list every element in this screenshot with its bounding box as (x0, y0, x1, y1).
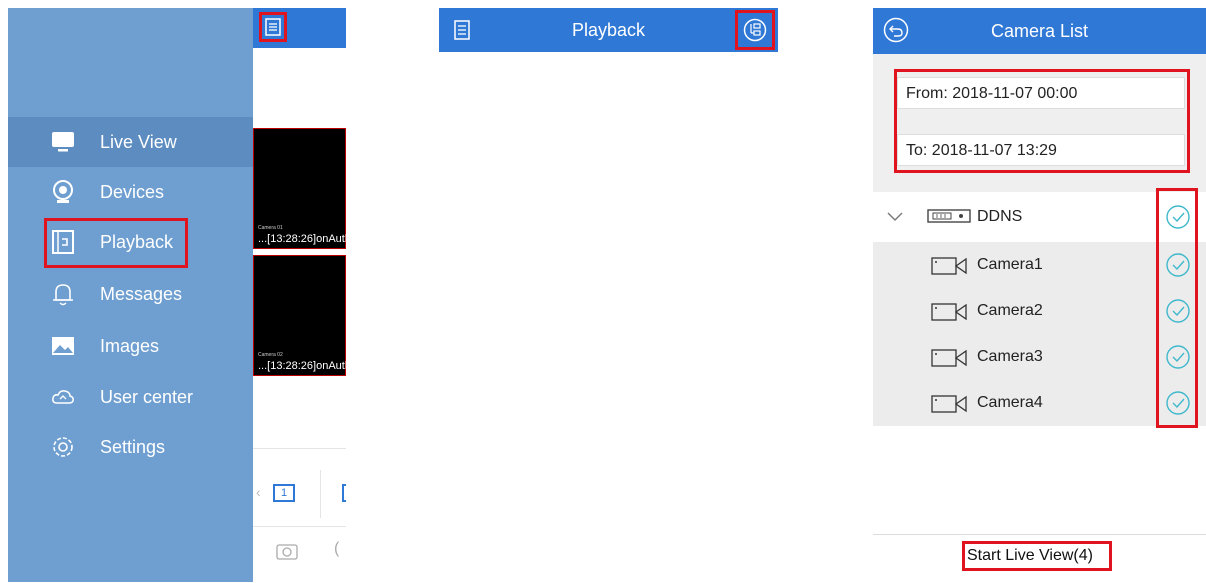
highlight-box (1156, 188, 1198, 428)
divider (320, 470, 321, 518)
date-range-section: From: 2018-11-07 00:00 To: 2018-11-07 13… (873, 54, 1206, 192)
camera-icon (931, 303, 967, 321)
menu-label: Devices (100, 182, 165, 202)
page-title: Camera List (990, 21, 1089, 41)
list-icon[interactable] (265, 18, 281, 36)
video-caption: ...[13:28:26]onAuth (258, 360, 346, 372)
video-tile[interactable]: Camera 02 ...[13:28:26]onAuth (253, 255, 346, 376)
video-label: Camera 01 (258, 225, 283, 231)
camera-icon (931, 349, 967, 367)
header-bar: Camera List (873, 8, 1206, 54)
webcam-icon (53, 180, 73, 203)
camera-list-screen: Camera List From: 2018-11-07 00:00 To: 2… (873, 8, 1206, 582)
divider (253, 526, 346, 527)
menu-item-devices[interactable]: Devices (8, 167, 253, 217)
camera-snapshot-icon[interactable] (276, 542, 298, 560)
page-indicator[interactable]: 1 (273, 484, 295, 502)
menu-label: User center (100, 387, 194, 407)
menu-item-live-view[interactable]: Live View (8, 117, 253, 167)
menu-label: Settings (100, 437, 166, 457)
bell-icon (53, 284, 73, 306)
chevron-down-icon[interactable] (887, 212, 903, 222)
monitor-icon (52, 132, 74, 152)
footer-bar: Start Live View(4) (873, 534, 1206, 583)
layout-icon[interactable] (342, 484, 346, 502)
header-bar: Playback (439, 8, 778, 52)
chevron-left-icon[interactable]: ‹ (256, 484, 261, 500)
start-live-view-button[interactable]: Start Live View(4) (967, 547, 1093, 565)
camera-name: Camera3 (977, 348, 1043, 365)
header-bar (253, 8, 346, 48)
menu-item-images[interactable]: Images (8, 321, 253, 371)
gear-icon (53, 437, 73, 457)
cloud-icon (52, 390, 74, 404)
side-menu-screen: Camera 01 ...[13:28:26]onAuth Camera 02 … (8, 8, 346, 582)
video-label: Camera 02 (258, 352, 283, 358)
highlight-box (44, 218, 188, 268)
page-title: Playback (571, 20, 646, 40)
camera-icon (931, 395, 967, 413)
playback-screen: Playback (439, 8, 778, 582)
camera-name: Camera2 (977, 302, 1043, 319)
navigation-drawer: Live View Devices Playback Messages Imag… (8, 8, 253, 582)
camera-name: Camera1 (977, 256, 1043, 273)
divider (253, 448, 346, 449)
menu-label: Messages (100, 284, 183, 304)
device-name: DDNS (977, 208, 1023, 225)
menu-item-user-center[interactable]: User center (8, 372, 253, 422)
menu-label: Live View (100, 132, 177, 152)
menu-item-settings[interactable]: Settings (8, 422, 253, 472)
camera-name: Camera4 (977, 394, 1043, 411)
camera-list-icon[interactable] (743, 18, 767, 42)
menu-item-messages[interactable]: Messages (8, 269, 253, 319)
image-icon (52, 337, 74, 355)
record-icon[interactable]: ( (334, 540, 339, 558)
highlight-box (894, 69, 1190, 173)
camera-icon (931, 257, 967, 275)
video-tile[interactable]: Camera 01 ...[13:28:26]onAuth (253, 128, 346, 249)
menu-label: Images (100, 336, 160, 356)
dvr-icon (927, 209, 971, 223)
video-caption: ...[13:28:26]onAuth (258, 233, 346, 245)
